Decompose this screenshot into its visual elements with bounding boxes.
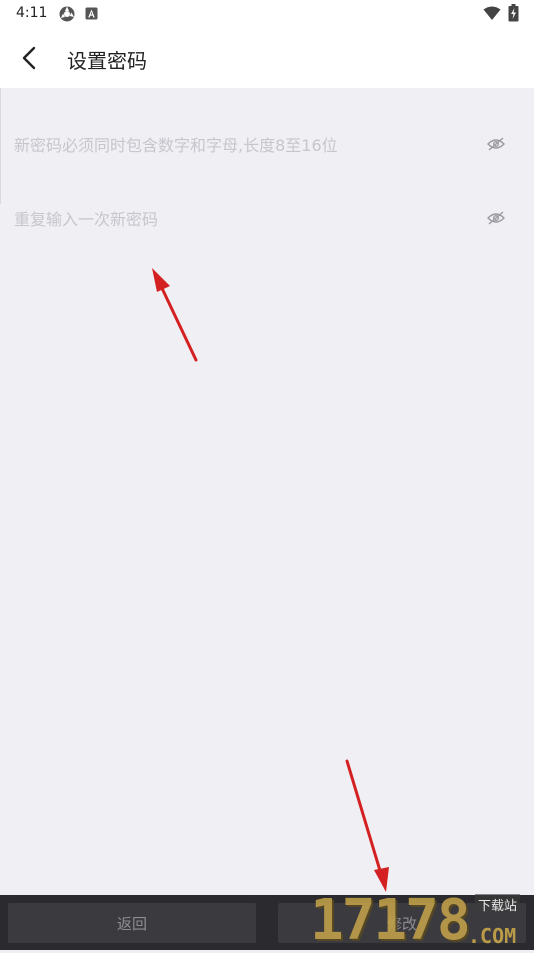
new-password-input[interactable]	[14, 132, 464, 158]
chevron-left-icon	[22, 46, 36, 70]
submit-modify-button[interactable]: 修改	[278, 903, 526, 943]
eye-hidden-icon[interactable]	[486, 136, 506, 152]
page-title: 设置密码	[67, 49, 147, 73]
bottom-action-bar: 返回 修改	[0, 895, 534, 950]
wifi-icon	[483, 6, 501, 20]
app-notification-icon	[85, 7, 98, 20]
nav-bar: 设置密码	[0, 28, 534, 88]
new-password-row	[0, 108, 534, 182]
back-action-button[interactable]: 返回	[8, 903, 256, 943]
back-button[interactable]	[14, 42, 46, 74]
eye-hidden-icon[interactable]	[486, 210, 506, 226]
settings-gear-icon	[59, 6, 75, 22]
status-bar: 4:11	[0, 0, 534, 28]
confirm-password-input[interactable]	[14, 206, 464, 232]
annotation-arrow-down-icon	[345, 759, 389, 892]
confirm-password-row	[0, 182, 534, 256]
status-time: 4:11	[16, 5, 48, 21]
annotation-arrow-up-icon	[152, 268, 198, 362]
password-form	[0, 88, 534, 248]
battery-icon	[508, 4, 519, 22]
